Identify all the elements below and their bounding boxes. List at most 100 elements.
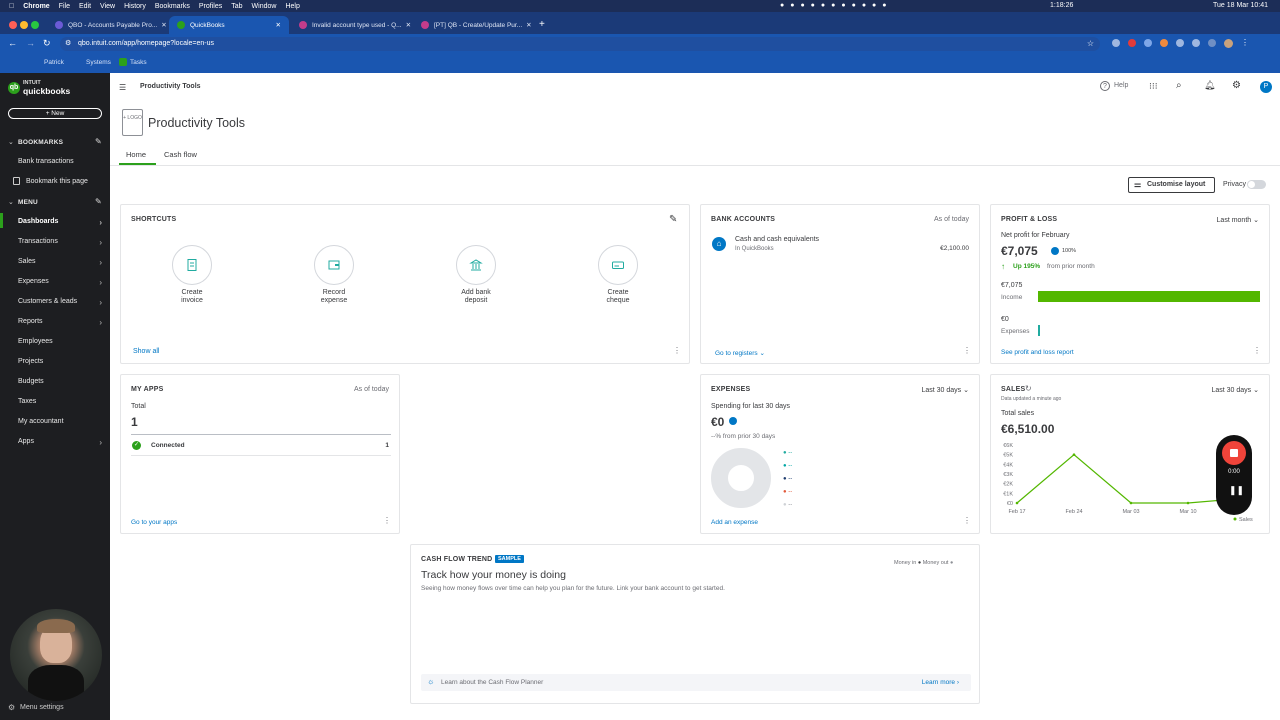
legend-item[interactable]: ● --: [783, 447, 792, 460]
edit-menu-icon[interactable]: ✎: [95, 197, 102, 206]
sales-data-point[interactable]: [1015, 501, 1019, 505]
back-icon[interactable]: ←: [8, 38, 17, 48]
bell-icon[interactable]: 🔔︎: [1204, 80, 1215, 91]
sidebar-item-transactions[interactable]: Transactions ›: [18, 238, 106, 247]
period-dropdown[interactable]: Last 30 days ⌄: [1211, 386, 1259, 394]
pause-icon[interactable]: ❚❚: [1229, 485, 1244, 496]
add-bank-deposit-button[interactable]: [456, 245, 496, 285]
learn-more-link[interactable]: Learn more ›: [922, 679, 959, 686]
menu-settings[interactable]: Menu settings: [20, 704, 64, 711]
edit-pencil-icon[interactable]: ✎: [669, 214, 677, 225]
go-to-apps-link[interactable]: Go to your apps: [131, 519, 177, 526]
more-options-icon[interactable]: ⋮: [383, 516, 391, 525]
menu-edit[interactable]: Edit: [79, 3, 91, 10]
status-icons[interactable]: ●●●●●●●●●●●: [780, 2, 893, 9]
record-expense-button[interactable]: [314, 245, 354, 285]
close-icon[interactable]: ✕: [402, 21, 411, 29]
bookmark-star-icon[interactable]: ☆: [1087, 37, 1094, 51]
bookmarks-collapse-icon[interactable]: ⌄: [8, 138, 14, 146]
forward-icon[interactable]: →: [26, 38, 35, 48]
privacy-toggle[interactable]: [1247, 180, 1266, 189]
new-button[interactable]: + New: [8, 108, 102, 119]
sales-data-point[interactable]: [1186, 501, 1190, 505]
bookmark-patrick[interactable]: Patrick: [44, 59, 64, 66]
sidebar-item-expenses[interactable]: Expenses ›: [18, 278, 106, 287]
menu-view[interactable]: View: [100, 3, 115, 10]
add-expense-link[interactable]: Add an expense: [711, 519, 758, 526]
browser-tab-active[interactable]: QuickBooks ✕: [169, 16, 289, 34]
more-vert-icon[interactable]: ⋮: [1241, 39, 1249, 49]
gear-icon[interactable]: ⚙: [8, 703, 15, 712]
sidebar-item-my-accountant[interactable]: My accountant: [18, 418, 106, 425]
connected-label[interactable]: Connected: [151, 442, 185, 449]
show-all-link[interactable]: Show all: [133, 348, 159, 355]
sidebar-item-bank-transactions[interactable]: Bank transactions: [18, 158, 106, 165]
menu-window[interactable]: Window: [252, 3, 277, 10]
period-dropdown[interactable]: Last month ⌄: [1217, 216, 1259, 224]
apple-icon[interactable]: : [9, 3, 14, 10]
window-zoom-button[interactable]: [31, 21, 39, 29]
sidebar-item-projects[interactable]: Projects: [18, 358, 106, 365]
customise-layout-button[interactable]: ⚌ Customise layout: [1128, 177, 1215, 193]
tab-cash-flow[interactable]: Cash flow: [164, 150, 197, 159]
extension-icon[interactable]: [1144, 39, 1152, 47]
go-to-registers-link[interactable]: Go to registers ⌄: [715, 349, 765, 357]
legend-item[interactable]: ● --: [783, 499, 792, 512]
legend-item[interactable]: ● --: [783, 460, 792, 473]
extension-icon[interactable]: [1176, 39, 1184, 47]
more-options-icon[interactable]: ⋮: [963, 346, 971, 355]
close-icon[interactable]: ✕: [272, 21, 281, 29]
create-invoice-button[interactable]: [172, 245, 212, 285]
tab-home[interactable]: Home: [126, 150, 146, 159]
apps-grid-icon[interactable]: ⁝⁝⁝: [1149, 81, 1158, 92]
info-icon[interactable]: [729, 417, 737, 425]
legend-item[interactable]: ● --: [783, 486, 792, 499]
bookmark-systems[interactable]: Systems: [86, 59, 111, 66]
menu-tab[interactable]: Tab: [231, 3, 242, 10]
period-dropdown[interactable]: Last 30 days ⌄: [921, 386, 969, 394]
menu-history[interactable]: History: [124, 3, 146, 10]
sidebar-item-apps[interactable]: Apps ›: [18, 438, 106, 447]
browser-tab[interactable]: [PT] QB - Create/Update Pur... ✕: [413, 16, 533, 34]
sales-data-point[interactable]: [1072, 453, 1076, 456]
extension-icon[interactable]: [1208, 39, 1216, 47]
sidebar-item-budgets[interactable]: Budgets: [18, 378, 106, 385]
new-tab-icon[interactable]: +: [539, 19, 545, 30]
window-minimize-button[interactable]: [20, 21, 28, 29]
bookmark-tasks[interactable]: Tasks: [130, 59, 147, 66]
menu-bookmarks[interactable]: Bookmarks: [155, 3, 190, 10]
account-name[interactable]: Cash and cash equivalents: [735, 236, 819, 243]
menu-app-name[interactable]: Chrome: [23, 3, 49, 10]
sidebar-item-bookmark-page[interactable]: Bookmark this page: [26, 178, 114, 185]
collapse-sidebar-icon[interactable]: ☰: [119, 83, 126, 92]
sidebar-item-customers[interactable]: Customers & leads ›: [18, 298, 106, 307]
sidebar-item-employees[interactable]: Employees: [18, 338, 106, 345]
menu-collapse-icon[interactable]: ⌄: [8, 198, 14, 206]
gear-icon[interactable]: ⚙: [1232, 80, 1241, 91]
search-icon[interactable]: ⌕: [1176, 80, 1182, 91]
browser-tab[interactable]: QBO - Accounts Payable Pro... ✕: [47, 16, 167, 34]
legend-item[interactable]: ● --: [783, 473, 792, 486]
sales-data-point[interactable]: [1129, 501, 1133, 505]
window-close-button[interactable]: [9, 21, 17, 29]
donut-chart[interactable]: [711, 448, 771, 508]
browser-tab[interactable]: Invalid account type used - Q... ✕: [291, 16, 411, 34]
refresh-icon[interactable]: ↻: [1025, 384, 1032, 393]
menu-file[interactable]: File: [59, 3, 70, 10]
profile-avatar[interactable]: [1224, 39, 1233, 48]
create-cheque-button[interactable]: [598, 245, 638, 285]
stop-recording-button[interactable]: [1222, 441, 1246, 465]
expenses-bar[interactable]: [1038, 325, 1040, 336]
close-icon[interactable]: ✕: [157, 21, 166, 29]
edit-bookmarks-icon[interactable]: ✎: [95, 137, 102, 146]
extension-icon[interactable]: [1160, 39, 1168, 47]
address-bar[interactable]: ⚙ qbo.intuit.com/app/homepage?locale=en-…: [60, 37, 1100, 51]
info-icon[interactable]: [1051, 247, 1059, 255]
logo-placeholder[interactable]: + LOGO: [122, 109, 143, 136]
see-profit-loss-link[interactable]: See profit and loss report: [1001, 349, 1074, 356]
sidebar-item-dashboards[interactable]: Dashboards ›: [18, 218, 106, 227]
more-options-icon[interactable]: ⋮: [963, 516, 971, 525]
reload-icon[interactable]: ↻: [43, 38, 51, 49]
avatar[interactable]: P: [1260, 81, 1272, 93]
extension-icon[interactable]: [1112, 39, 1120, 47]
